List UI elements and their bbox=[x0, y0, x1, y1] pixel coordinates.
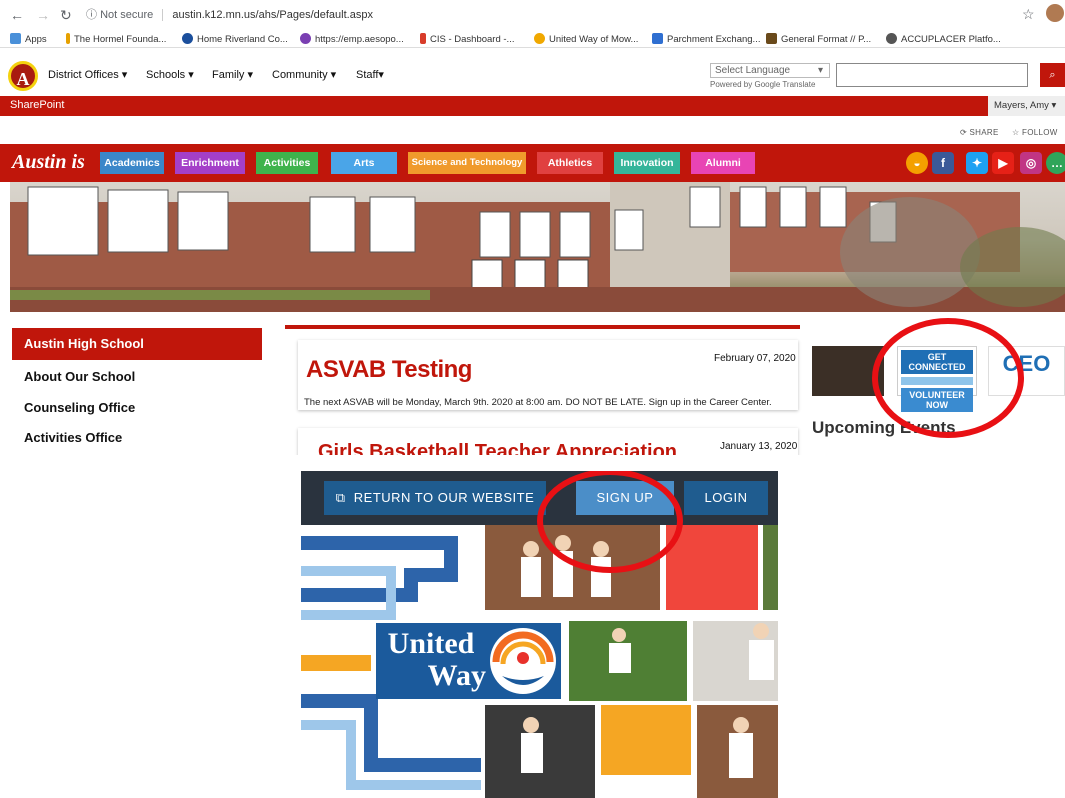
sharepoint-label[interactable]: SharePoint bbox=[10, 99, 64, 111]
twitter-icon[interactable]: ✦ bbox=[966, 152, 988, 174]
star-icon: ☆ bbox=[1012, 128, 1020, 137]
highlight-circle bbox=[537, 471, 683, 573]
external-link-icon: ⧉ bbox=[335, 490, 346, 505]
school-building-banner bbox=[10, 182, 1065, 312]
bookmark-favicon-icon bbox=[534, 33, 545, 44]
news-date: February 07, 2020 bbox=[714, 353, 796, 364]
apps-grid-icon bbox=[10, 33, 21, 44]
youtube-icon[interactable]: ▶ bbox=[992, 152, 1014, 174]
tab-arts[interactable]: Arts bbox=[331, 152, 397, 174]
follow-button[interactable]: ☆ FOLLOW bbox=[1012, 128, 1058, 137]
news-title[interactable]: Girls Basketball Teacher Appreciation bbox=[318, 441, 677, 455]
bookmarks-bar: Apps The Hormel Founda... Home Riverland… bbox=[0, 30, 1065, 48]
back-icon[interactable]: ← bbox=[10, 7, 24, 23]
tab-science-and-technology[interactable]: Science and Technology bbox=[408, 152, 526, 174]
return-to-website-button[interactable]: ⧉ RETURN TO OUR WEBSITE bbox=[324, 481, 546, 515]
bookmark-favicon-icon bbox=[652, 33, 663, 44]
tab-enrichment[interactable]: Enrichment bbox=[175, 152, 245, 174]
bookmark-parchment[interactable]: Parchment Exchang... bbox=[652, 33, 760, 45]
facebook-icon[interactable]: f bbox=[932, 152, 954, 174]
login-button[interactable]: LOGIN bbox=[684, 481, 768, 515]
sidebar-heading[interactable]: Austin High School bbox=[12, 328, 262, 360]
forward-icon[interactable]: → bbox=[36, 7, 50, 23]
news-body: The next ASVAB will be Monday, March 9th… bbox=[304, 397, 772, 408]
united-way-screenshot: ⧉ RETURN TO OUR WEBSITE SIGN UP LOGIN Un… bbox=[301, 471, 778, 798]
united-way-line2: Way bbox=[427, 659, 486, 692]
news-title[interactable]: ASVAB Testing bbox=[306, 356, 472, 384]
site-search-input[interactable] bbox=[836, 63, 1028, 87]
bookmark-favicon-icon bbox=[300, 33, 311, 44]
share-icon: ⟳ bbox=[960, 128, 968, 137]
sidebar-item-activities[interactable]: Activities Office bbox=[24, 430, 122, 445]
bookmark-hormel[interactable]: The Hormel Founda... bbox=[66, 33, 166, 45]
nav-district-offices[interactable]: District Offices ▾ bbox=[48, 68, 127, 81]
info-icon: ⓘ bbox=[86, 9, 97, 21]
security-label: Not secure bbox=[100, 9, 154, 21]
highlight-circle bbox=[872, 318, 1024, 438]
bookmark-general-format[interactable]: General Format // P... bbox=[766, 33, 871, 45]
search-button[interactable]: ⌕ bbox=[1040, 63, 1065, 87]
bookmark-riverland[interactable]: Home Riverland Co... bbox=[182, 33, 288, 45]
chevron-down-icon: ▾ bbox=[817, 65, 823, 76]
bookmark-favicon-icon bbox=[420, 33, 426, 44]
instagram-icon[interactable]: ◎ bbox=[1020, 152, 1042, 174]
nav-staff[interactable]: Staff▾ bbox=[356, 68, 384, 81]
district-logo[interactable]: A bbox=[8, 61, 38, 91]
bookmark-favicon-icon bbox=[766, 33, 777, 44]
bookmark-favicon-icon bbox=[182, 33, 193, 44]
bookmark-aesop[interactable]: https://emp.aesopo... bbox=[300, 33, 404, 45]
bookmark-cis[interactable]: CIS - Dashboard -... bbox=[420, 33, 514, 45]
address-bar[interactable]: ⓘ Not secure austin.k12.mn.us/ahs/Pages/… bbox=[86, 5, 1016, 25]
tab-athletics[interactable]: Athletics bbox=[537, 152, 603, 174]
bookmark-united-way[interactable]: United Way of Mow... bbox=[534, 33, 638, 45]
tab-academics[interactable]: Academics bbox=[100, 152, 164, 174]
united-way-logo: United Way bbox=[376, 623, 561, 699]
austin-is-tagline: Austin is bbox=[12, 151, 85, 173]
reload-icon[interactable]: ↻ bbox=[60, 7, 72, 24]
bookmark-accuplacer[interactable]: ACCUPLACER Platfo... bbox=[886, 33, 1001, 45]
bookmark-star-icon[interactable]: ☆ bbox=[1022, 6, 1035, 23]
nav-family[interactable]: Family ▾ bbox=[212, 68, 253, 81]
user-menu[interactable]: Mayers, Amy ▾ bbox=[988, 96, 1065, 116]
school-website-screenshot: ← → ↻ ⓘ Not secure austin.k12.mn.us/ahs/… bbox=[0, 0, 1065, 455]
tab-activities[interactable]: Activities bbox=[256, 152, 318, 174]
nav-community[interactable]: Community ▾ bbox=[272, 68, 336, 81]
share-button[interactable]: ⟳ SHARE bbox=[960, 128, 999, 137]
sidebar-item-about[interactable]: About Our School bbox=[24, 369, 135, 384]
more-social-icon[interactable]: … bbox=[1046, 152, 1065, 174]
sharepoint-bar: SharePoint bbox=[0, 96, 1065, 116]
search-icon: ⌕ bbox=[1049, 69, 1056, 81]
browser-toolbar: ← → ↻ ⓘ Not secure austin.k12.mn.us/ahs/… bbox=[0, 0, 1065, 30]
language-select[interactable]: Select Language ▾ bbox=[710, 63, 830, 78]
united-way-line1: United bbox=[387, 627, 475, 660]
bookmark-apps[interactable]: Apps bbox=[10, 33, 47, 45]
grad-cap-icon[interactable]: ◒ bbox=[906, 152, 928, 174]
url-text: austin.k12.mn.us/ahs/Pages/default.aspx bbox=[172, 9, 373, 21]
school-building-illustration bbox=[10, 182, 1065, 312]
united-way-hand-icon bbox=[490, 628, 556, 694]
news-date: January 13, 2020 bbox=[720, 441, 798, 452]
bookmark-favicon-icon bbox=[66, 33, 70, 44]
tab-innovation[interactable]: Innovation bbox=[614, 152, 680, 174]
profile-avatar[interactable] bbox=[1046, 4, 1064, 22]
sidebar-item-counseling[interactable]: Counseling Office bbox=[24, 400, 135, 415]
content-divider bbox=[285, 325, 800, 329]
bookmark-favicon-icon bbox=[886, 33, 897, 44]
tab-alumni[interactable]: Alumni bbox=[691, 152, 755, 174]
nav-schools[interactable]: Schools ▾ bbox=[146, 68, 194, 81]
google-translate-credit: Powered by Google Translate bbox=[710, 80, 816, 89]
